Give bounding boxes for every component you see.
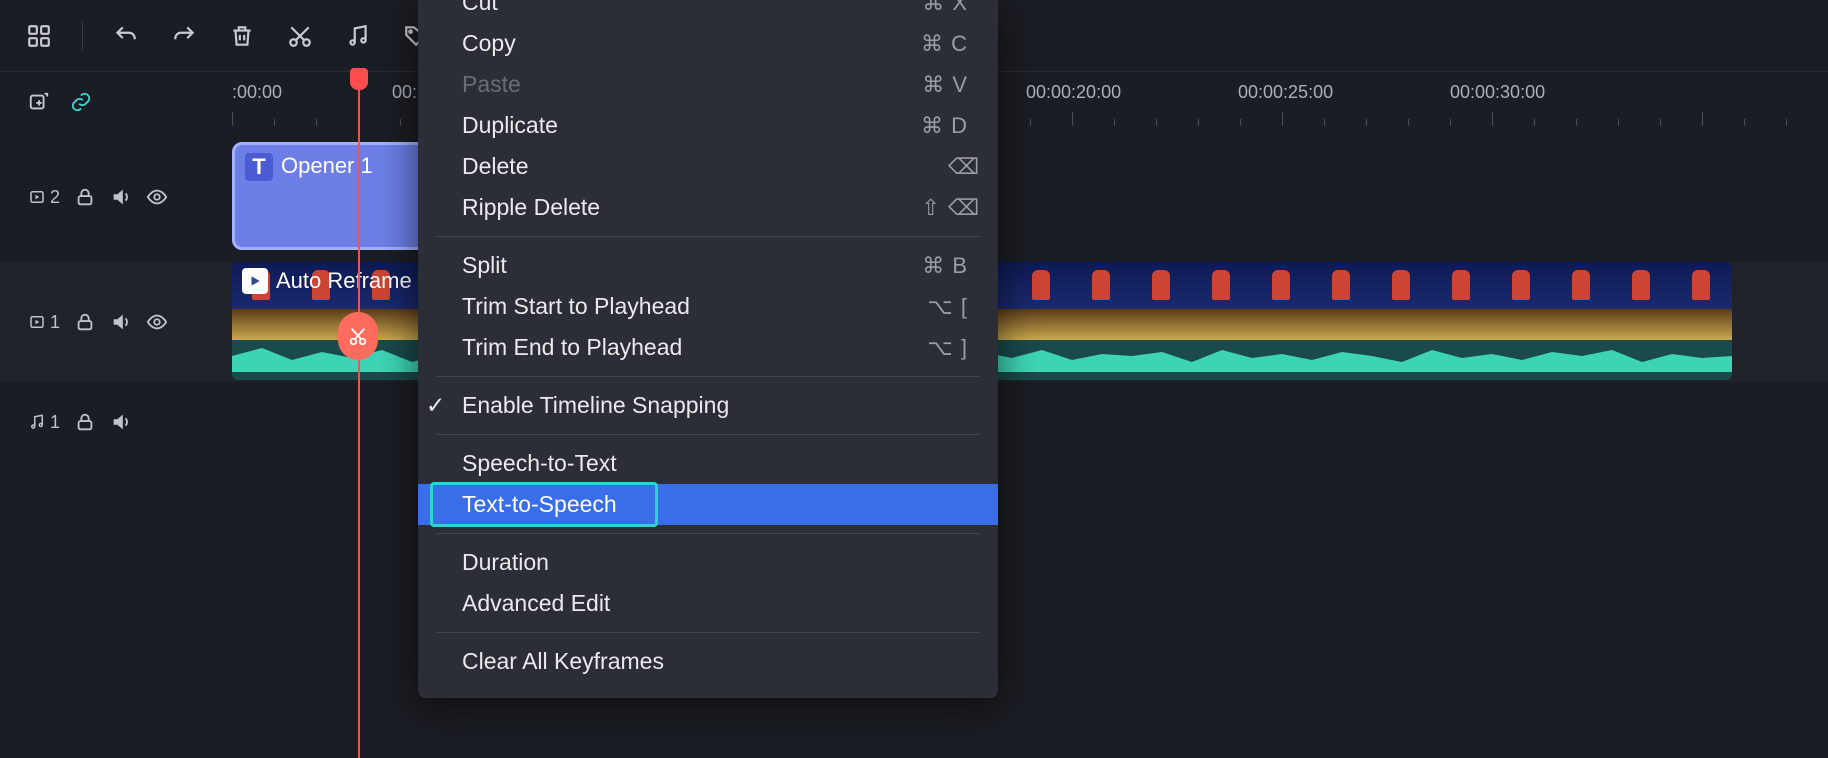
lock-icon[interactable] bbox=[74, 186, 96, 208]
check-icon: ✓ bbox=[426, 392, 445, 419]
menu-item-text-to-speech[interactable]: Text-to-Speech bbox=[418, 484, 998, 525]
menu-item-clear-all-keyframes[interactable]: Clear All Keyframes bbox=[418, 641, 998, 682]
menu-shortcut: ⌘ X bbox=[922, 0, 968, 16]
menu-item-paste: Paste ⌘ V bbox=[418, 64, 998, 105]
menu-item-delete[interactable]: Delete ⌫ bbox=[418, 146, 998, 187]
add-media-icon[interactable] bbox=[28, 91, 50, 113]
menu-item-enable-timeline-snapping[interactable]: ✓ Enable Timeline Snapping bbox=[418, 385, 998, 426]
menu-item-label: Cut bbox=[462, 0, 498, 16]
toolbar-separator bbox=[82, 22, 83, 50]
timeline-header-gutter bbox=[0, 91, 232, 113]
undo-icon[interactable] bbox=[111, 21, 141, 51]
track-text-controls: 2 bbox=[0, 132, 232, 262]
menu-separator bbox=[436, 632, 980, 633]
playhead-handle-icon[interactable] bbox=[350, 68, 368, 90]
menu-item-ripple-delete[interactable]: Ripple Delete ⇧ ⌫ bbox=[418, 187, 998, 228]
menu-item-advanced-edit[interactable]: Advanced Edit bbox=[418, 583, 998, 624]
menu-item-label: Split bbox=[462, 252, 507, 279]
link-icon[interactable] bbox=[70, 91, 92, 113]
menu-shortcut: ⌘ D bbox=[921, 113, 968, 139]
menu-item-label: Advanced Edit bbox=[462, 590, 610, 617]
track-type-icon: 1 bbox=[28, 412, 60, 433]
menu-shortcut: ⌥ [ bbox=[927, 294, 968, 320]
context-menu: Cut ⌘ X Copy ⌘ C Paste ⌘ V Duplicate ⌘ D Delete ⌫… bbox=[418, 0, 998, 698]
redo-icon[interactable] bbox=[169, 21, 199, 51]
menu-item-label: Delete bbox=[462, 153, 528, 180]
menu-item-label: Text-to-Speech bbox=[462, 491, 617, 518]
track-audio-controls: 1 bbox=[0, 382, 232, 462]
menu-shortcut: ⇧ ⌫ bbox=[921, 195, 968, 221]
track-video-controls: 1 bbox=[0, 262, 232, 382]
menu-item-label: Trim End to Playhead bbox=[462, 334, 682, 361]
mute-icon[interactable] bbox=[110, 411, 132, 433]
track-index: 2 bbox=[50, 187, 60, 208]
ruler-timestamp: 00:00:30:00 bbox=[1450, 82, 1545, 103]
menu-item-label: Duplicate bbox=[462, 112, 558, 139]
menu-item-duplicate[interactable]: Duplicate ⌘ D bbox=[418, 105, 998, 146]
menu-separator bbox=[436, 434, 980, 435]
menu-separator bbox=[436, 533, 980, 534]
menu-item-label: Trim Start to Playhead bbox=[462, 293, 690, 320]
mute-icon[interactable] bbox=[110, 186, 132, 208]
play-icon bbox=[242, 268, 268, 294]
grid-icon[interactable] bbox=[24, 21, 54, 51]
menu-item-trim-start-to-playhead[interactable]: Trim Start to Playhead ⌥ [ bbox=[418, 286, 998, 327]
menu-separator bbox=[436, 376, 980, 377]
menu-item-label: Enable Timeline Snapping bbox=[462, 392, 729, 419]
track-index: 1 bbox=[50, 412, 60, 433]
ruler-timestamp: 00:00:20:00 bbox=[1026, 82, 1121, 103]
ruler-timestamp: :00:00 bbox=[232, 82, 282, 103]
cut-icon[interactable] bbox=[285, 21, 315, 51]
menu-item-speech-to-text[interactable]: Speech-to-Text bbox=[418, 443, 998, 484]
menu-item-label: Clear All Keyframes bbox=[462, 648, 664, 675]
menu-item-duration[interactable]: Duration bbox=[418, 542, 998, 583]
menu-item-label: Copy bbox=[462, 30, 516, 57]
track-index: 1 bbox=[50, 312, 60, 333]
menu-shortcut: ⌘ B bbox=[922, 253, 968, 279]
video-clip-label-row: Auto Reframe bbox=[242, 268, 412, 294]
menu-item-label: Speech-to-Text bbox=[462, 450, 617, 477]
menu-item-label: Paste bbox=[462, 71, 521, 98]
menu-item-label: Ripple Delete bbox=[462, 194, 600, 221]
video-clip-label: Auto Reframe bbox=[276, 268, 412, 294]
ruler-timestamp: 00:00:25:00 bbox=[1238, 82, 1333, 103]
menu-item-cut[interactable]: Cut ⌘ X bbox=[418, 0, 998, 23]
menu-shortcut: ⌥ ] bbox=[927, 335, 968, 361]
menu-item-label: Duration bbox=[462, 549, 549, 576]
audio-note-icon[interactable] bbox=[343, 21, 373, 51]
mute-icon[interactable] bbox=[110, 311, 132, 333]
menu-separator bbox=[436, 236, 980, 237]
visibility-icon[interactable] bbox=[146, 311, 168, 333]
track-type-icon: 1 bbox=[28, 312, 60, 333]
playhead-cut-icon[interactable] bbox=[338, 312, 378, 360]
menu-shortcut: ⌫ bbox=[948, 154, 968, 180]
menu-item-split[interactable]: Split ⌘ B bbox=[418, 245, 998, 286]
lock-icon[interactable] bbox=[74, 411, 96, 433]
visibility-icon[interactable] bbox=[146, 186, 168, 208]
ruler-timestamp: 00: bbox=[392, 82, 417, 103]
menu-item-trim-end-to-playhead[interactable]: Trim End to Playhead ⌥ ] bbox=[418, 327, 998, 368]
playhead[interactable] bbox=[358, 72, 360, 758]
trash-icon[interactable] bbox=[227, 21, 257, 51]
menu-shortcut: ⌘ C bbox=[921, 31, 968, 57]
track-type-icon: 2 bbox=[28, 187, 60, 208]
menu-item-copy[interactable]: Copy ⌘ C bbox=[418, 23, 998, 64]
text-clip-icon: T bbox=[245, 153, 273, 181]
lock-icon[interactable] bbox=[74, 311, 96, 333]
menu-shortcut: ⌘ V bbox=[922, 72, 968, 98]
